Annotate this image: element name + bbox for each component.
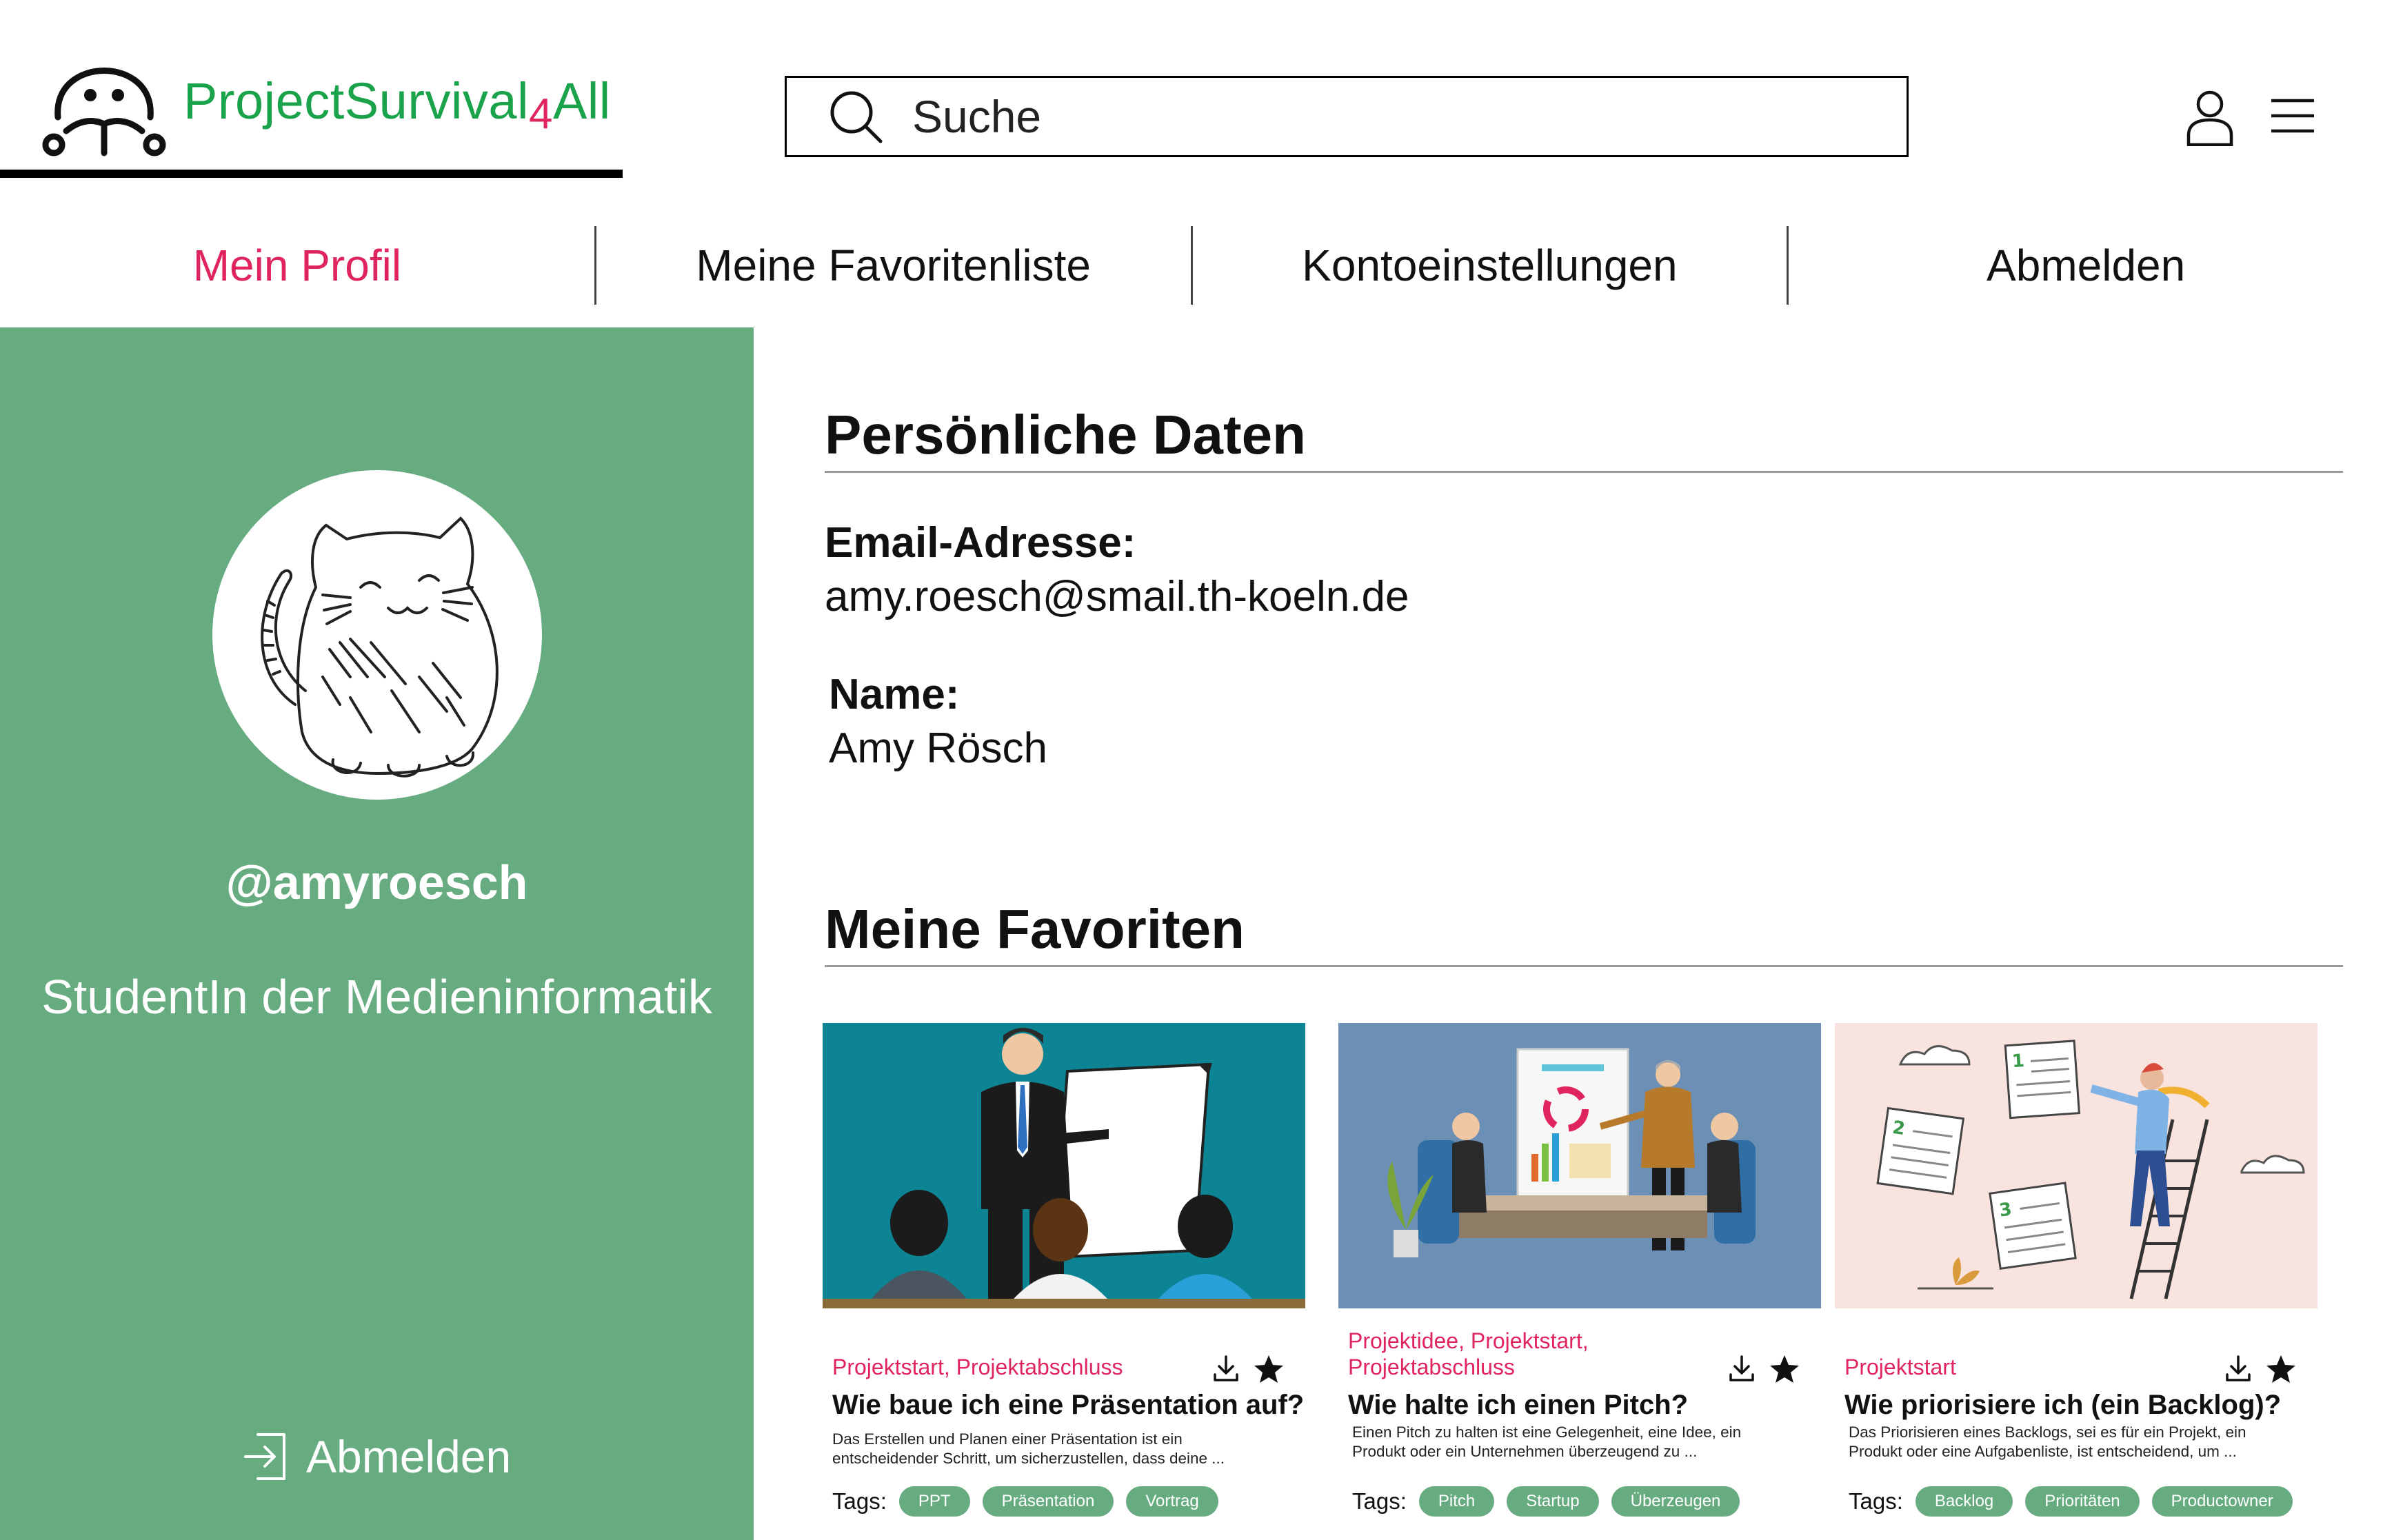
favorite-card[interactable]: Projektstart, Projektabschluss Wie baue … xyxy=(823,1023,1305,1517)
logo-underline xyxy=(0,170,623,178)
card-categories: Projektidee, Projektstart, Projektabschl… xyxy=(1348,1328,1589,1379)
search-input[interactable] xyxy=(911,90,1810,143)
svg-text:1: 1 xyxy=(2011,1051,2025,1072)
sidebar-logout-button[interactable]: Abmelden xyxy=(243,1430,511,1483)
email-label: Email-Adresse: xyxy=(825,519,1136,567)
logo-text-four: 4 xyxy=(529,90,553,138)
profile-username: @amyroesch xyxy=(225,855,528,909)
card-image-pitch xyxy=(1338,1023,1821,1308)
tag-chip[interactable]: Backlog xyxy=(1915,1486,2013,1517)
tab-kontoeinstellungen[interactable]: Kontoeinstellungen xyxy=(1193,207,1787,324)
star-icon[interactable] xyxy=(2266,1354,2296,1384)
card-actions xyxy=(1727,1354,1800,1384)
card-title[interactable]: Wie halte ich einen Pitch? xyxy=(1348,1390,1688,1421)
name-label: Name: xyxy=(829,671,960,718)
name-value: Amy Rösch xyxy=(829,725,1047,772)
tab-meine-favoritenliste[interactable]: Meine Favoritenliste xyxy=(596,207,1191,324)
hamburger-menu-icon[interactable] xyxy=(2270,97,2315,135)
logo-wordmark[interactable]: ProjectSurvival4All xyxy=(183,72,611,138)
tab-mein-profil[interactable]: Mein Profil xyxy=(0,207,594,324)
card-description: Das Priorisieren eines Backlogs, sei es … xyxy=(1849,1424,2246,1460)
user-icon[interactable] xyxy=(2186,90,2234,146)
card-categories: Projektstart xyxy=(1844,1355,1956,1379)
tag-chip[interactable]: Prioritäten xyxy=(2025,1486,2140,1517)
card-description: Einen Pitch zu halten ist eine Gelegenhe… xyxy=(1352,1424,1742,1460)
tab-abmelden[interactable]: Abmelden xyxy=(1789,207,2383,324)
card-actions xyxy=(2223,1354,2296,1384)
email-value: amy.roesch@smail.th-koeln.de xyxy=(825,573,1409,620)
card-tags: Tags: PPT Präsentation Vortrag xyxy=(832,1486,1218,1517)
card-categories: Projektstart, Projektabschluss xyxy=(832,1355,1123,1379)
tags-label: Tags: xyxy=(1352,1488,1407,1514)
download-icon[interactable] xyxy=(2223,1354,2253,1384)
card-tags: Tags: Pitch Startup Überzeugen xyxy=(1352,1486,1740,1517)
personal-data-title: Persönliche Daten xyxy=(825,404,1307,465)
download-icon[interactable] xyxy=(1727,1354,1757,1384)
logout-icon xyxy=(244,1433,285,1480)
download-icon[interactable] xyxy=(1211,1354,1241,1384)
profile-role: StudentIn der Medieninformatik xyxy=(41,970,712,1024)
card-actions xyxy=(1211,1354,1284,1384)
card-tags: Tags: Backlog Prioritäten Productowner xyxy=(1849,1486,2293,1517)
star-icon[interactable] xyxy=(1254,1354,1284,1384)
profile-nav: Mein Profil Meine Favoritenliste Kontoei… xyxy=(0,207,2383,324)
tags-label: Tags: xyxy=(1849,1488,1903,1514)
favorites-title: Meine Favoriten xyxy=(825,898,1245,960)
sidebar-logout-label: Abmelden xyxy=(306,1431,512,1482)
favorite-card[interactable]: 1 2 3 Projektstart Wie priorisiere ich (… xyxy=(1835,1023,2317,1517)
tag-chip[interactable]: Präsentation xyxy=(982,1486,1114,1517)
card-title[interactable]: Wie baue ich eine Präsentation auf? xyxy=(832,1390,1304,1421)
card-title[interactable]: Wie priorisiere ich (ein Backlog)? xyxy=(1844,1390,2281,1421)
tag-chip[interactable]: PPT xyxy=(898,1486,970,1517)
tag-chip[interactable]: Pitch xyxy=(1418,1486,1495,1517)
logo-icon[interactable] xyxy=(39,34,170,159)
tag-chip[interactable]: Überzeugen xyxy=(1611,1486,1740,1517)
tag-chip[interactable]: Productowner xyxy=(2151,1486,2293,1517)
tag-chip[interactable]: Startup xyxy=(1507,1486,1599,1517)
tag-chip[interactable]: Vortrag xyxy=(1126,1486,1218,1517)
card-image-presentation xyxy=(823,1023,1305,1308)
section-divider xyxy=(825,471,2343,473)
card-image-backlog: 1 2 3 xyxy=(1835,1023,2317,1308)
logo-text-all: All xyxy=(553,72,611,130)
section-divider xyxy=(825,965,2343,967)
favorite-card[interactable]: Projektidee, Projektstart, Projektabschl… xyxy=(1338,1023,1821,1517)
star-icon[interactable] xyxy=(1769,1354,1800,1384)
avatar xyxy=(212,470,542,800)
search-icon xyxy=(830,91,883,143)
search-bar[interactable] xyxy=(785,76,1909,157)
logo-text-main: ProjectSurvival xyxy=(183,72,530,130)
card-description: Das Erstellen und Planen einer Präsentat… xyxy=(832,1430,1225,1467)
tags-label: Tags: xyxy=(832,1488,887,1514)
